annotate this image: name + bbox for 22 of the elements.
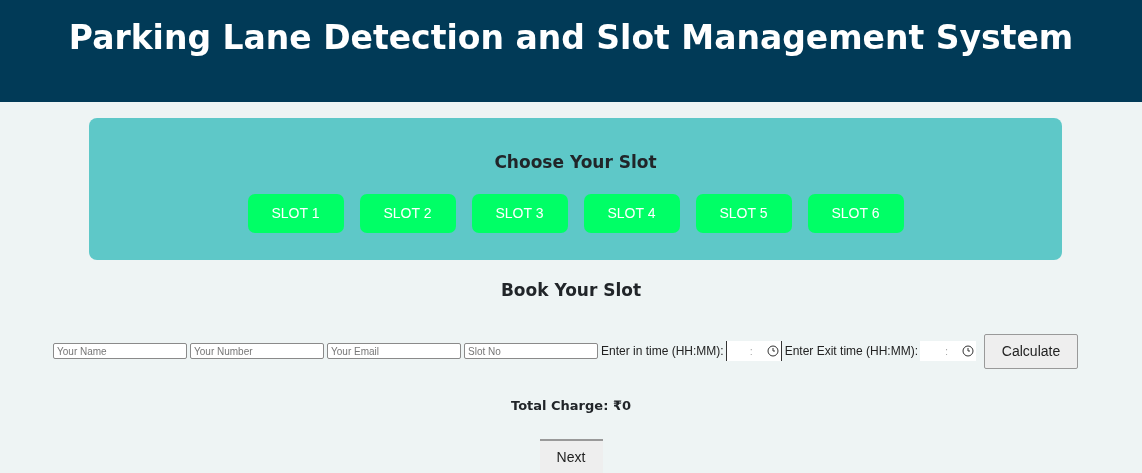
input-field[interactable]: Your Number [190, 343, 324, 359]
next-button[interactable]: Next [539, 439, 603, 473]
slot-button[interactable]: SLOT 2 [359, 193, 456, 233]
input-field[interactable]: Your Email [327, 343, 461, 359]
slot-button[interactable]: SLOT 1 [247, 193, 344, 233]
panel-title: Choose Your Slot [493, 151, 658, 174]
clock-icon[interactable] [766, 345, 779, 357]
input-field[interactable]: Your Name [53, 343, 187, 359]
total-charge: Total Charge: ₹0 [510, 396, 632, 415]
section-title: Book Your Slot [499, 279, 643, 302]
field-label: Enter Exit time (HH:MM): [784, 343, 919, 360]
input-field[interactable]: Slot No [464, 343, 598, 359]
field-label: Enter in time (HH:MM): [601, 343, 724, 360]
time-field[interactable]: : [920, 341, 977, 361]
slot-button[interactable]: SLOT 5 [695, 193, 792, 233]
slot-button[interactable]: SLOT 6 [807, 193, 904, 233]
page-title: Parking Lane Detection and Slot Management System [67, 17, 1075, 58]
time-field[interactable]: : [725, 341, 782, 361]
slot-button[interactable]: SLOT 4 [583, 193, 680, 233]
slot-button[interactable]: SLOT 3 [471, 193, 568, 233]
clock-icon[interactable] [962, 345, 975, 357]
calculate-button[interactable]: Calculate [984, 333, 1079, 369]
